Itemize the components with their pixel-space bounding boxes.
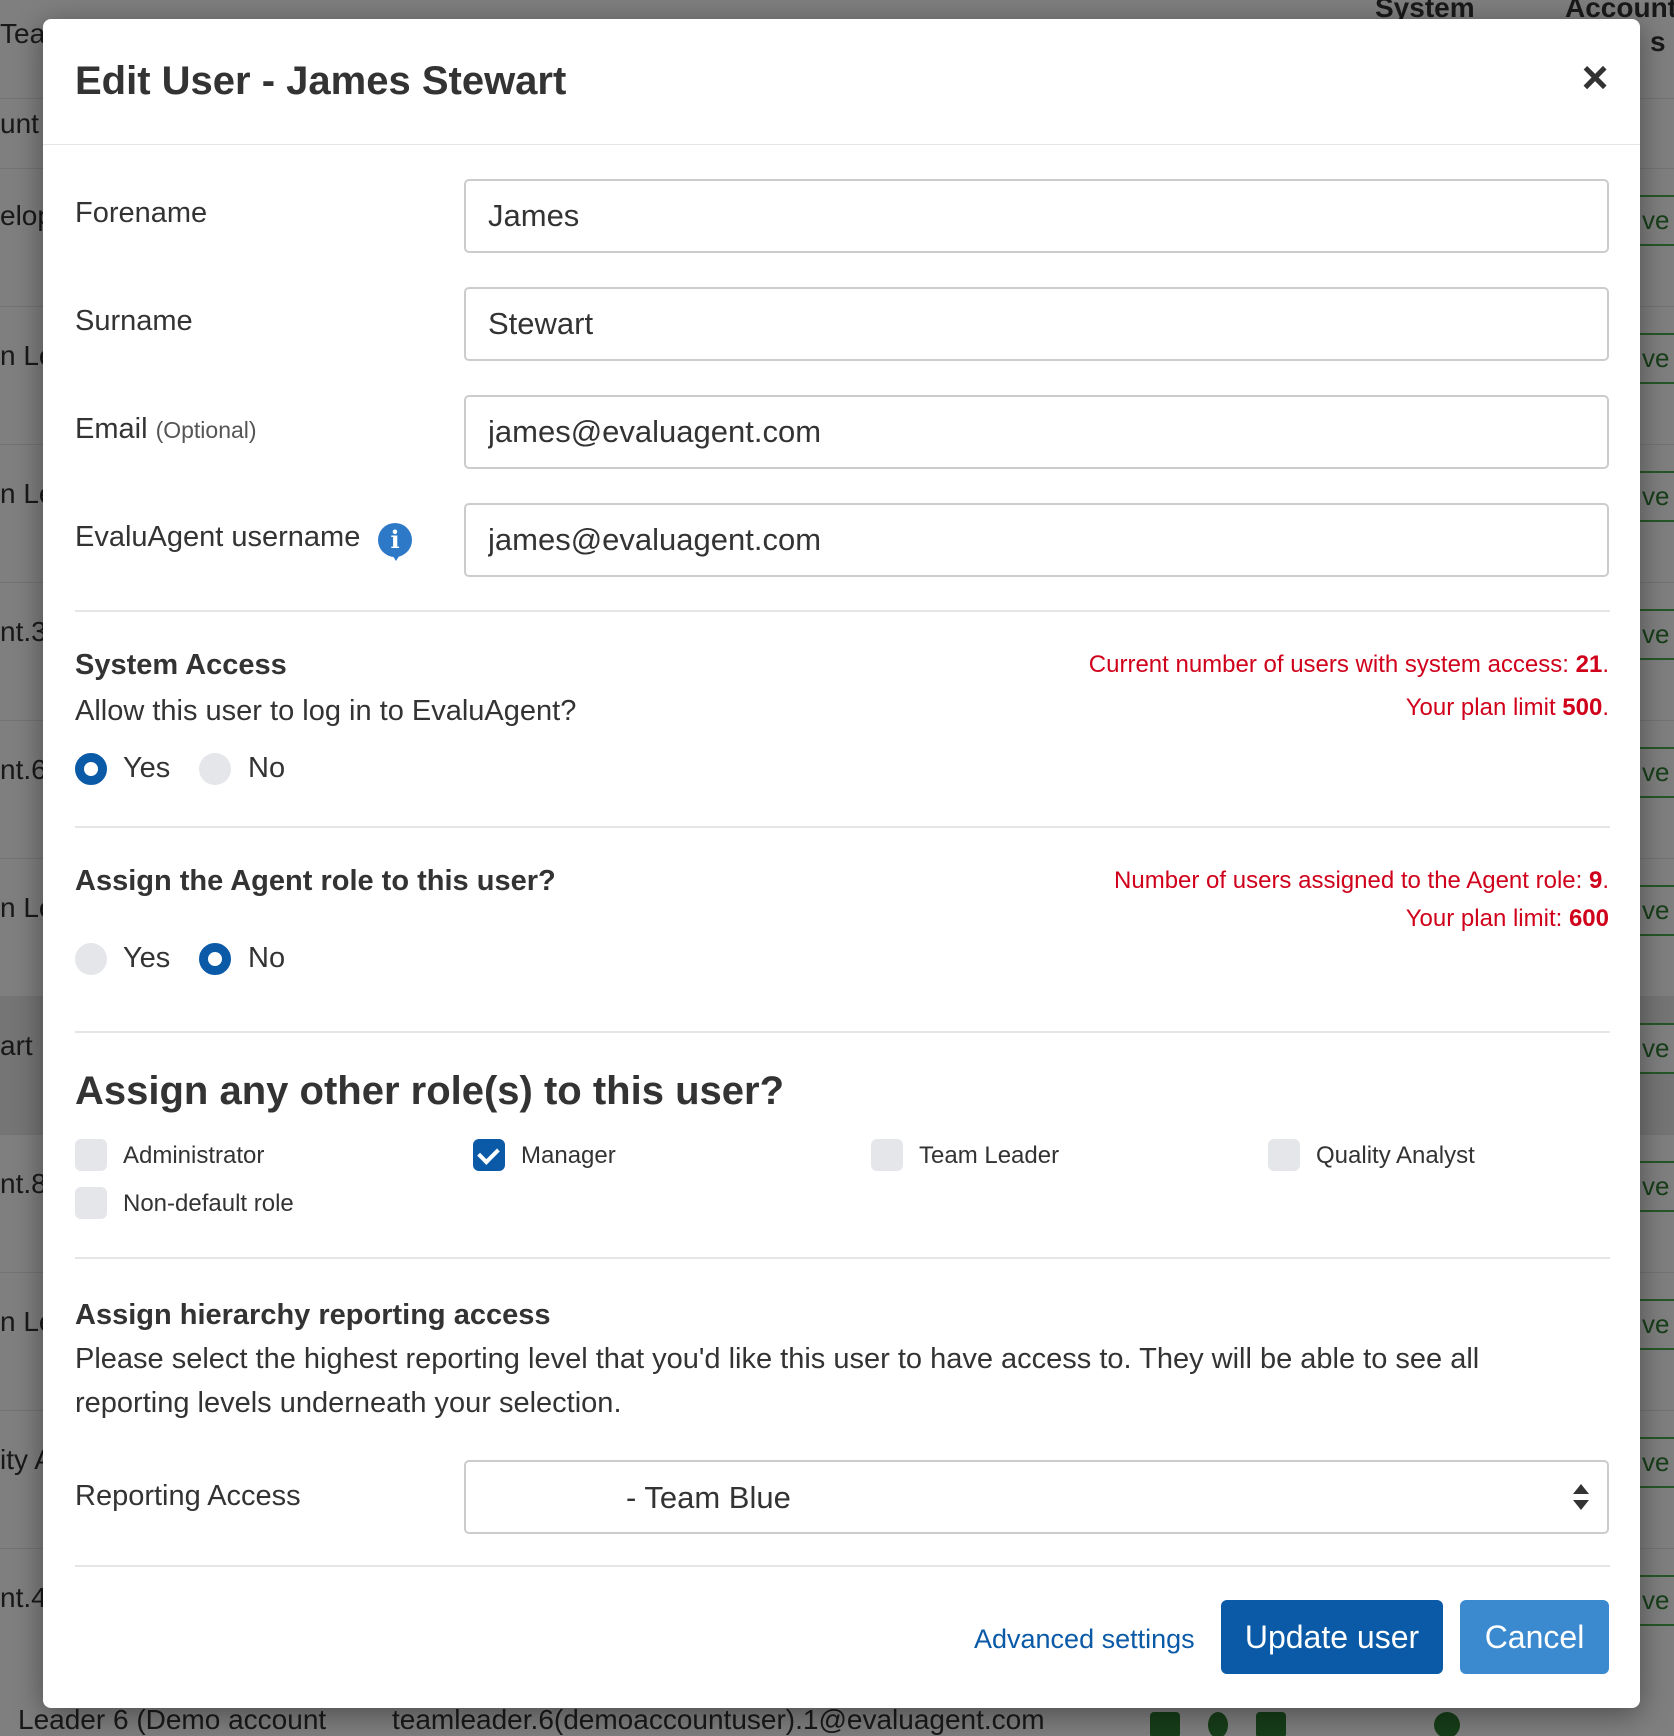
agent-role-title: Assign the Agent role to this user? xyxy=(75,865,556,897)
system-access-yes-label[interactable]: Yes xyxy=(123,752,170,785)
username-label: EvaluAgent username xyxy=(75,521,361,553)
modal-header: Edit User - James Stewart × xyxy=(43,19,1640,145)
reporting-access-select[interactable]: - Team Blue xyxy=(464,1460,1609,1534)
system-access-question: Allow this user to log in to EvaluAgent? xyxy=(75,695,577,727)
modal-title: Edit User - James Stewart xyxy=(75,59,567,103)
hierarchy-title: Assign hierarchy reporting access xyxy=(75,1299,551,1331)
divider xyxy=(75,1031,1610,1033)
system-access-no-label[interactable]: No xyxy=(248,752,285,785)
info-icon[interactable]: i xyxy=(378,523,412,561)
role-administrator-label[interactable]: Administrator xyxy=(123,1142,264,1170)
system-access-count-text: Current number of users with system acce… xyxy=(1088,651,1576,678)
role-administrator-checkbox[interactable] xyxy=(75,1139,107,1171)
email-label-text: Email xyxy=(75,413,148,445)
edit-user-modal: Edit User - James Stewart × Forename Sur… xyxy=(43,19,1640,1708)
hierarchy-description: Please select the highest reporting leve… xyxy=(75,1343,1480,1419)
role-quality-analyst-label[interactable]: Quality Analyst xyxy=(1316,1142,1475,1170)
divider xyxy=(75,826,1610,828)
agent-role-limit-value: 600 xyxy=(1568,905,1609,932)
email-label: Email (Optional) xyxy=(75,413,257,446)
surname-label: Surname xyxy=(75,305,193,337)
system-access-limit-value: 500 xyxy=(1562,694,1603,721)
email-input[interactable] xyxy=(464,395,1609,469)
surname-input[interactable] xyxy=(464,287,1609,361)
divider xyxy=(75,1257,1610,1259)
role-team-leader-label[interactable]: Team Leader xyxy=(919,1142,1059,1170)
agent-role-count: Number of users assigned to the Agent ro… xyxy=(1114,867,1609,895)
agent-role-no-label[interactable]: No xyxy=(248,942,285,975)
select-arrows-icon xyxy=(1573,1484,1589,1512)
divider xyxy=(75,1565,1610,1567)
agent-role-count-text: Number of users assigned to the Agent ro… xyxy=(1114,867,1589,894)
advanced-settings-link[interactable]: Advanced settings xyxy=(974,1624,1195,1655)
system-access-count: Current number of users with system acce… xyxy=(1089,651,1609,679)
role-non-default-checkbox[interactable] xyxy=(75,1187,107,1219)
system-access-limit: Your plan limit 500. xyxy=(1406,694,1609,722)
divider xyxy=(75,610,1610,612)
role-quality-analyst-checkbox[interactable] xyxy=(1268,1139,1300,1171)
agent-role-count-suffix: . xyxy=(1602,867,1609,894)
system-access-limit-text: Your plan limit xyxy=(1405,694,1563,721)
system-access-count-suffix: . xyxy=(1602,651,1609,678)
agent-role-limit-text: Your plan limit: xyxy=(1405,905,1569,932)
agent-role-yes-radio[interactable] xyxy=(75,943,107,975)
system-access-yes-radio[interactable] xyxy=(75,753,107,785)
system-access-no-radio[interactable] xyxy=(199,753,231,785)
close-icon[interactable]: × xyxy=(1573,54,1617,100)
agent-role-no-radio[interactable] xyxy=(199,943,231,975)
forename-input[interactable] xyxy=(464,179,1609,253)
other-roles-title: Assign any other role(s) to this user? xyxy=(75,1069,785,1113)
cancel-button[interactable]: Cancel xyxy=(1460,1600,1609,1674)
system-access-limit-suffix: . xyxy=(1602,694,1609,721)
email-optional-note: (Optional) xyxy=(155,417,257,443)
reporting-access-value: - Team Blue xyxy=(626,1480,791,1515)
update-user-button[interactable]: Update user xyxy=(1221,1600,1443,1674)
agent-role-limit: Your plan limit: 600 xyxy=(1406,905,1609,933)
role-non-default-label[interactable]: Non-default role xyxy=(123,1190,294,1218)
system-access-count-value: 21 xyxy=(1575,651,1603,678)
role-manager-label[interactable]: Manager xyxy=(521,1142,616,1170)
role-team-leader-checkbox[interactable] xyxy=(871,1139,903,1171)
reporting-access-label: Reporting Access xyxy=(75,1480,301,1512)
agent-role-count-value: 9 xyxy=(1588,867,1603,894)
forename-label: Forename xyxy=(75,197,208,229)
username-input[interactable] xyxy=(464,503,1609,577)
agent-role-yes-label[interactable]: Yes xyxy=(123,942,170,975)
role-manager-checkbox[interactable] xyxy=(473,1139,505,1171)
system-access-title: System Access xyxy=(75,649,287,681)
